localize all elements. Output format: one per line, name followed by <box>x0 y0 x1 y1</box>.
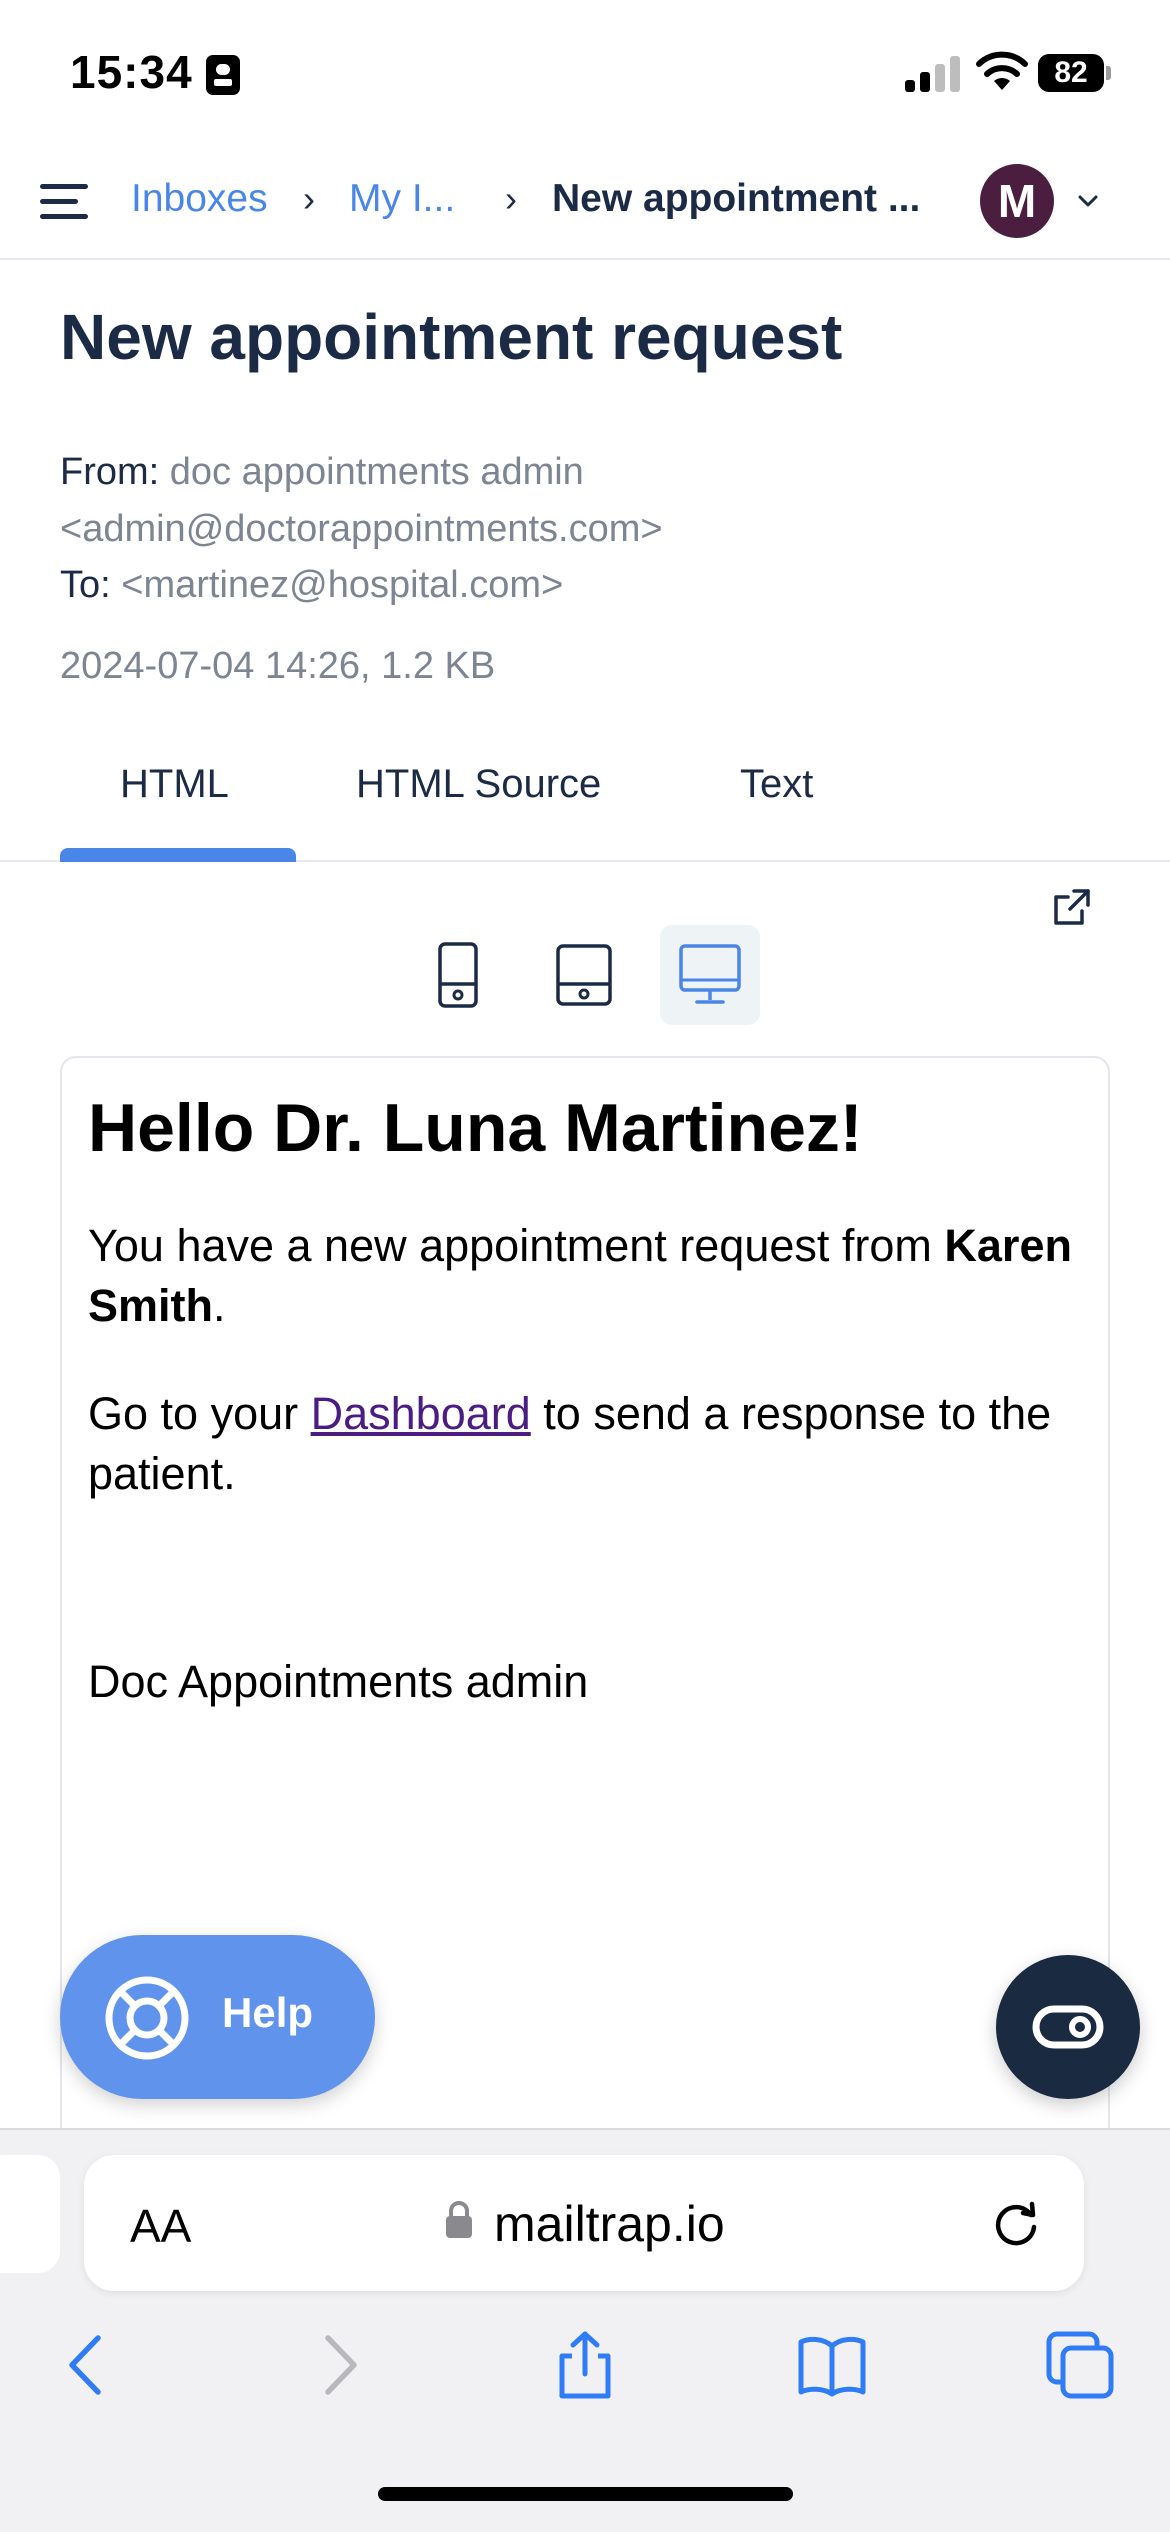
desktop-icon <box>679 944 741 1004</box>
view-tabs: HTML HTML Source Text <box>0 740 1170 862</box>
battery-level: 82 <box>1038 54 1104 92</box>
email-signature: Doc Appointments admin <box>88 1656 589 1707</box>
url-text: mailtrap.io <box>494 2196 725 2252</box>
dashboard-link[interactable]: Dashboard <box>311 1388 531 1439</box>
active-tab-indicator <box>60 848 296 862</box>
home-indicator <box>378 2487 793 2501</box>
tab-text[interactable]: Text <box>740 762 813 807</box>
previous-tab-preview[interactable] <box>0 2155 60 2273</box>
breadcrumb-separator: › <box>505 178 517 219</box>
tablet-view-button[interactable] <box>534 925 634 1025</box>
from-name: doc appointments admin <box>169 451 584 493</box>
chat-widget-button[interactable] <box>996 1955 1140 2099</box>
reload-icon[interactable] <box>989 2197 1043 2251</box>
menu-icon[interactable] <box>40 182 90 222</box>
email-text: You have a new appointment request from <box>88 1220 932 1271</box>
email-text: Go to your <box>88 1388 299 1439</box>
lifebuoy-icon <box>105 1976 189 2060</box>
message-title: New appointment request <box>60 301 843 373</box>
email-paragraph-dashboard: Go to your Dashboard to send a response … <box>88 1384 1088 1504</box>
mobile-icon <box>438 942 478 1008</box>
wifi-icon <box>976 51 1028 90</box>
email-heading: Hello Dr. Luna Martinez! <box>88 1090 863 1166</box>
lock-icon <box>446 2201 472 2238</box>
battery-indicator: 82 <box>1038 54 1112 92</box>
to-line: To: <martinez@hospital.com> <box>60 557 563 613</box>
help-label: Help <box>222 1989 314 2036</box>
breadcrumb-current: New appointment ... <box>552 177 921 220</box>
tablet-icon <box>556 944 612 1006</box>
tabs-icon[interactable] <box>1045 2330 1115 2400</box>
desktop-view-button[interactable] <box>660 925 760 1025</box>
tab-html-source[interactable]: HTML Source <box>356 762 601 807</box>
email-body: Hello Dr. Luna Martinez! You have a new … <box>88 1088 1088 1712</box>
breadcrumb-inboxes[interactable]: Inboxes <box>131 174 268 224</box>
status-bar: 15:34 82 <box>0 0 1170 150</box>
bookmarks-icon[interactable] <box>797 2330 867 2400</box>
breadcrumb-inbox[interactable]: My I... <box>349 174 455 224</box>
from-email-line: <admin@doctorappointments.com> <box>60 501 663 557</box>
status-time: 15:34 <box>70 46 193 98</box>
share-icon[interactable] <box>550 2330 620 2400</box>
chevron-down-icon[interactable] <box>1075 188 1101 214</box>
forward-icon[interactable] <box>304 2330 374 2400</box>
to-label: To: <box>60 564 111 606</box>
external-link-icon[interactable] <box>1050 885 1094 929</box>
avatar[interactable]: M <box>980 164 1054 238</box>
chat-icon <box>1032 2005 1104 2049</box>
email-paragraph-request: You have a new appointment request from … <box>88 1216 1088 1336</box>
email-text: . <box>213 1280 226 1331</box>
app-header: Inboxes › My I... › New appointment ... … <box>0 150 1170 260</box>
from-label: From: <box>60 451 160 493</box>
back-icon[interactable] <box>52 2330 122 2400</box>
from-line: From: doc appointments admin <box>60 444 584 500</box>
mobile-view-button[interactable] <box>408 925 508 1025</box>
help-button[interactable]: Help <box>60 1935 375 2099</box>
tab-html[interactable]: HTML <box>120 762 229 807</box>
browser-bottom-bar: AA mailtrap.io <box>0 2128 1170 2532</box>
address-bar[interactable]: AA mailtrap.io <box>84 2155 1084 2291</box>
message-date-size: 2024-07-04 14:26, 1.2 KB <box>60 645 496 687</box>
reader-options-button[interactable]: AA <box>130 2199 191 2253</box>
breadcrumb-separator: › <box>303 178 315 219</box>
to-email: <martinez@hospital.com> <box>121 564 564 606</box>
from-email: <admin@doctorappointments.com> <box>60 508 663 550</box>
cellular-signal-icon <box>905 56 961 92</box>
battery-cap <box>1106 66 1111 80</box>
focus-mode-icon <box>206 55 240 95</box>
